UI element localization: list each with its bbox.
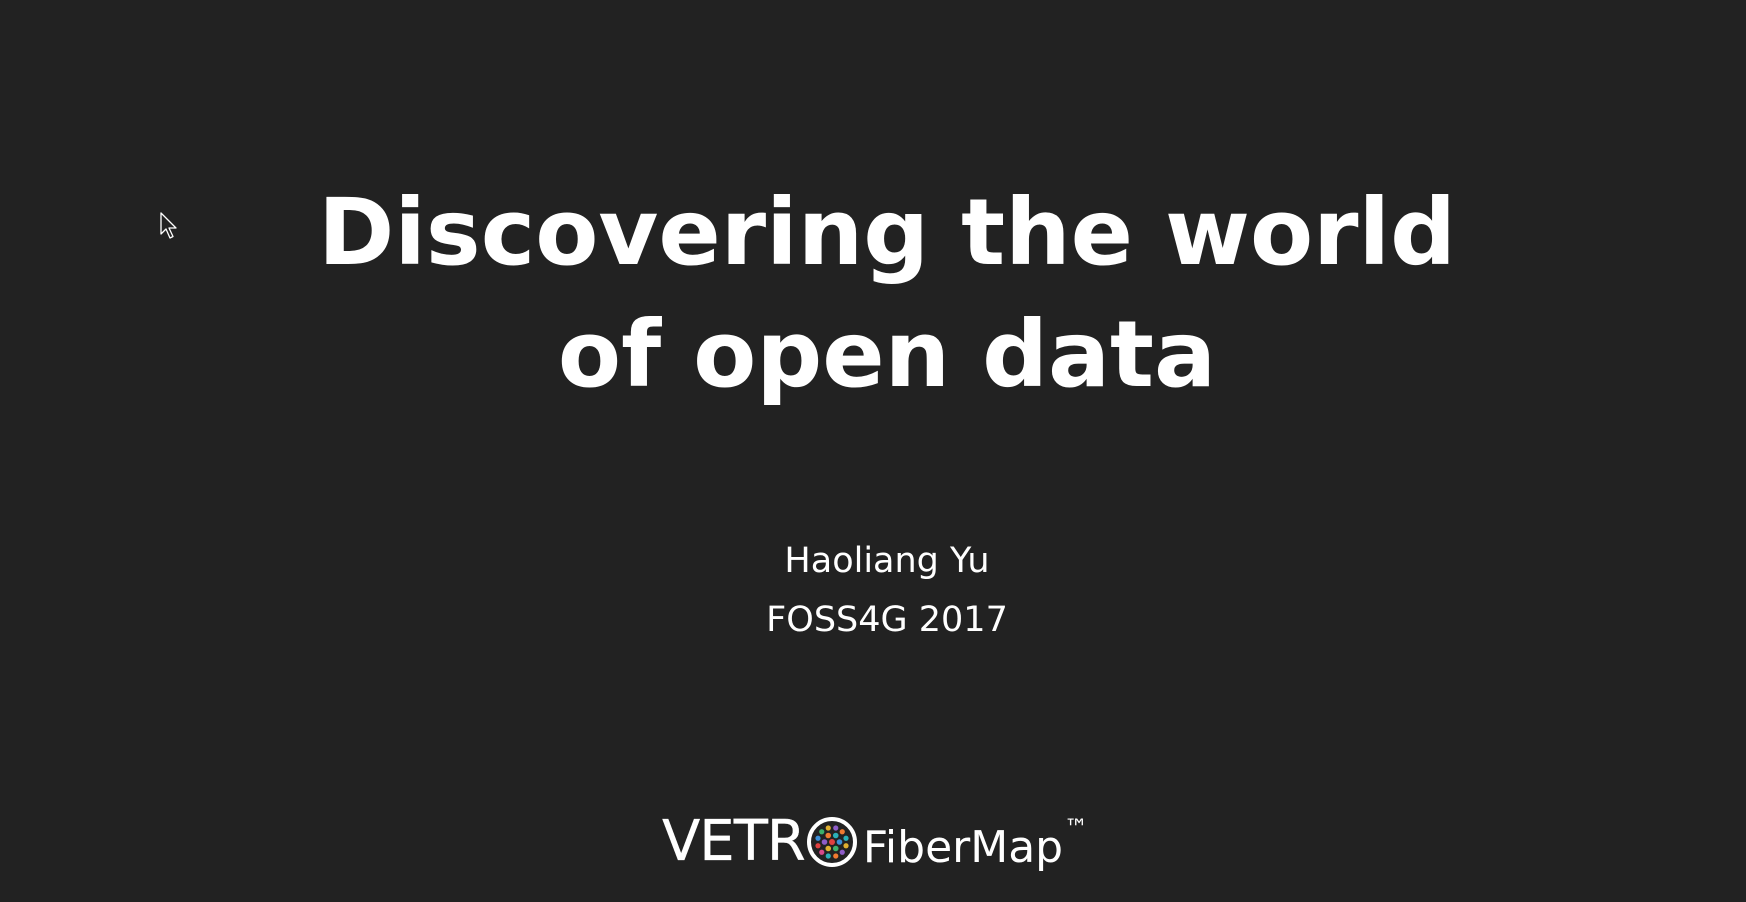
slide-subtitle: Haoliang Yu FOSS4G 2017: [0, 532, 1746, 650]
fiber-dot: [832, 845, 839, 852]
logo-brand-letters: VETR: [662, 809, 806, 874]
title-line-2: of open data: [557, 301, 1217, 408]
fiber-dot: [818, 849, 825, 855]
logo-trademark: ™: [1064, 814, 1089, 842]
fiber-dot: [828, 839, 835, 845]
author-name: Haoliang Yu: [784, 541, 990, 581]
fiber-dot: [818, 829, 825, 835]
fiber-dot: [815, 843, 821, 849]
fiber-dot: [843, 835, 849, 841]
logo-product-text: FiberMap: [862, 822, 1064, 873]
fiber-dot: [839, 829, 845, 835]
fiber-dot: [825, 853, 831, 859]
event-name: FOSS4G 2017: [766, 600, 1008, 640]
fiber-dot: [815, 835, 821, 841]
logo-brand-text: VETR: [662, 809, 861, 874]
fiber-dot: [825, 832, 831, 839]
fiber-dot: [843, 843, 849, 849]
title-line-1: Discovering the world: [318, 179, 1456, 286]
fiber-dot: [821, 839, 828, 845]
fiber-dot: [832, 853, 839, 859]
slide[interactable]: Discovering the world of open data Haoli…: [0, 0, 1746, 902]
fiber-dot: [832, 832, 839, 839]
fiber-dot: [836, 839, 843, 845]
vetro-fibermap-logo: VETR FiberMap ™: [662, 806, 1088, 870]
fiber-dot: [832, 825, 839, 831]
fiber-dot: [825, 825, 831, 831]
fiber-bundle-icon: [806, 817, 857, 867]
fiber-dot: [825, 845, 831, 852]
fiber-dot: [839, 849, 845, 855]
slide-title: Discovering the world of open data: [0, 172, 1746, 416]
